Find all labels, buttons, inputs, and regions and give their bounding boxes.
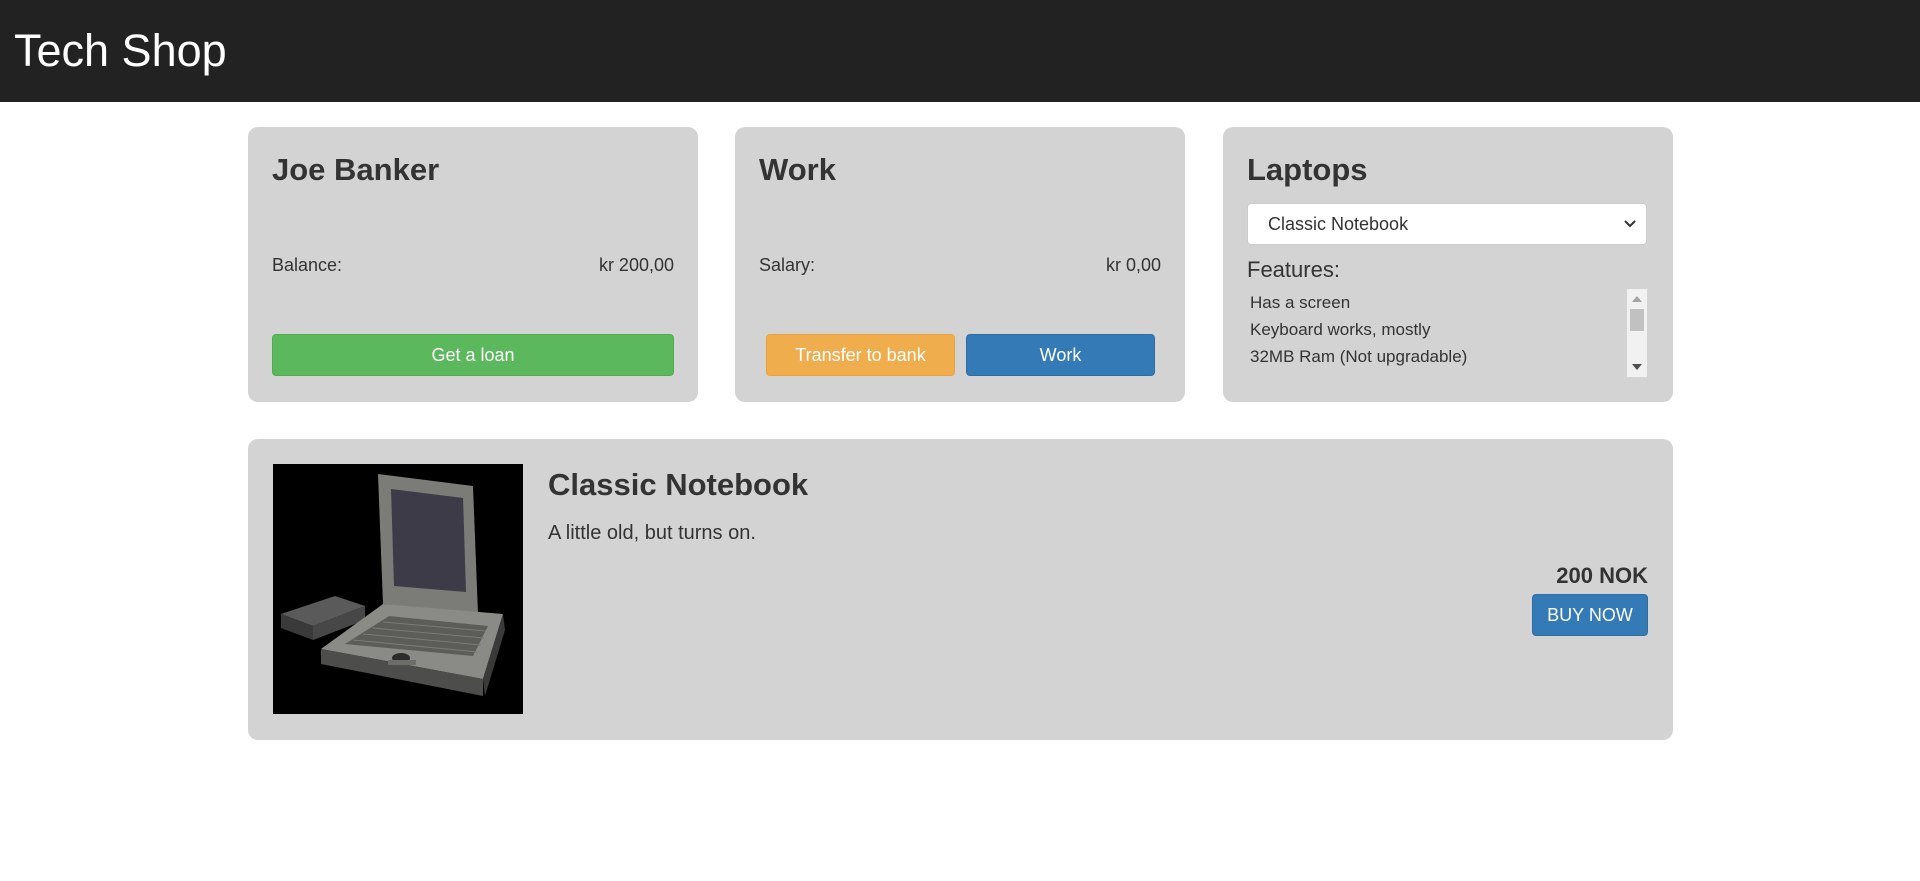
laptops-card: Laptops Classic Notebook Features: Has a… (1223, 127, 1673, 402)
transfer-to-bank-button[interactable]: Transfer to bank (766, 334, 955, 376)
product-description: A little old, but turns on. (548, 522, 756, 544)
balance-value: kr 200,00 (598, 255, 674, 275)
salary-label: Salary: (759, 255, 816, 275)
buy-now-button[interactable]: BUY NOW (1532, 594, 1648, 636)
scroll-down-arrow-icon[interactable] (1632, 364, 1642, 370)
app-title: Tech Shop (14, 25, 227, 76)
salary-value: kr 0,00 (1105, 255, 1161, 275)
laptop-image (273, 464, 523, 714)
feature-item: 32MB Ram (Not upgradable) (1250, 347, 1468, 366)
features-list[interactable]: Has a screen Keyboard works, mostly 32MB… (1247, 289, 1647, 377)
features-scrollbar[interactable] (1627, 289, 1647, 377)
laptop-select-value: Classic Notebook (1268, 213, 1409, 234)
laptop-select[interactable]: Classic Notebook (1247, 203, 1647, 245)
chevron-down-icon (1624, 220, 1636, 228)
salary-row: Salary: kr 0,00 (759, 255, 1161, 276)
top-navbar: Tech Shop (0, 0, 1920, 102)
work-button[interactable]: Work (966, 334, 1155, 376)
product-price: 200 NOK (1556, 563, 1648, 588)
laptops-title: Laptops (1247, 152, 1368, 187)
product-title: Classic Notebook (548, 467, 809, 502)
bank-customer-name: Joe Banker (272, 152, 440, 187)
work-title: Work (759, 152, 836, 187)
bank-card: Joe Banker Balance: kr 200,00 Get a loan (248, 127, 698, 402)
feature-item: Has a screen (1250, 293, 1351, 312)
balance-row: Balance: kr 200,00 (272, 255, 674, 276)
scrollbar-thumb[interactable] (1630, 309, 1644, 331)
balance-label: Balance: (272, 255, 343, 275)
get-loan-button[interactable]: Get a loan (272, 334, 674, 376)
product-card: Classic Notebook A little old, but turns… (248, 439, 1673, 740)
laptop-illustration-icon (273, 464, 523, 714)
features-heading: Features: (1247, 257, 1340, 282)
feature-item: Keyboard works, mostly (1250, 320, 1431, 339)
scroll-up-arrow-icon[interactable] (1632, 296, 1642, 302)
work-card: Work Salary: kr 0,00 Transfer to bank Wo… (735, 127, 1185, 402)
